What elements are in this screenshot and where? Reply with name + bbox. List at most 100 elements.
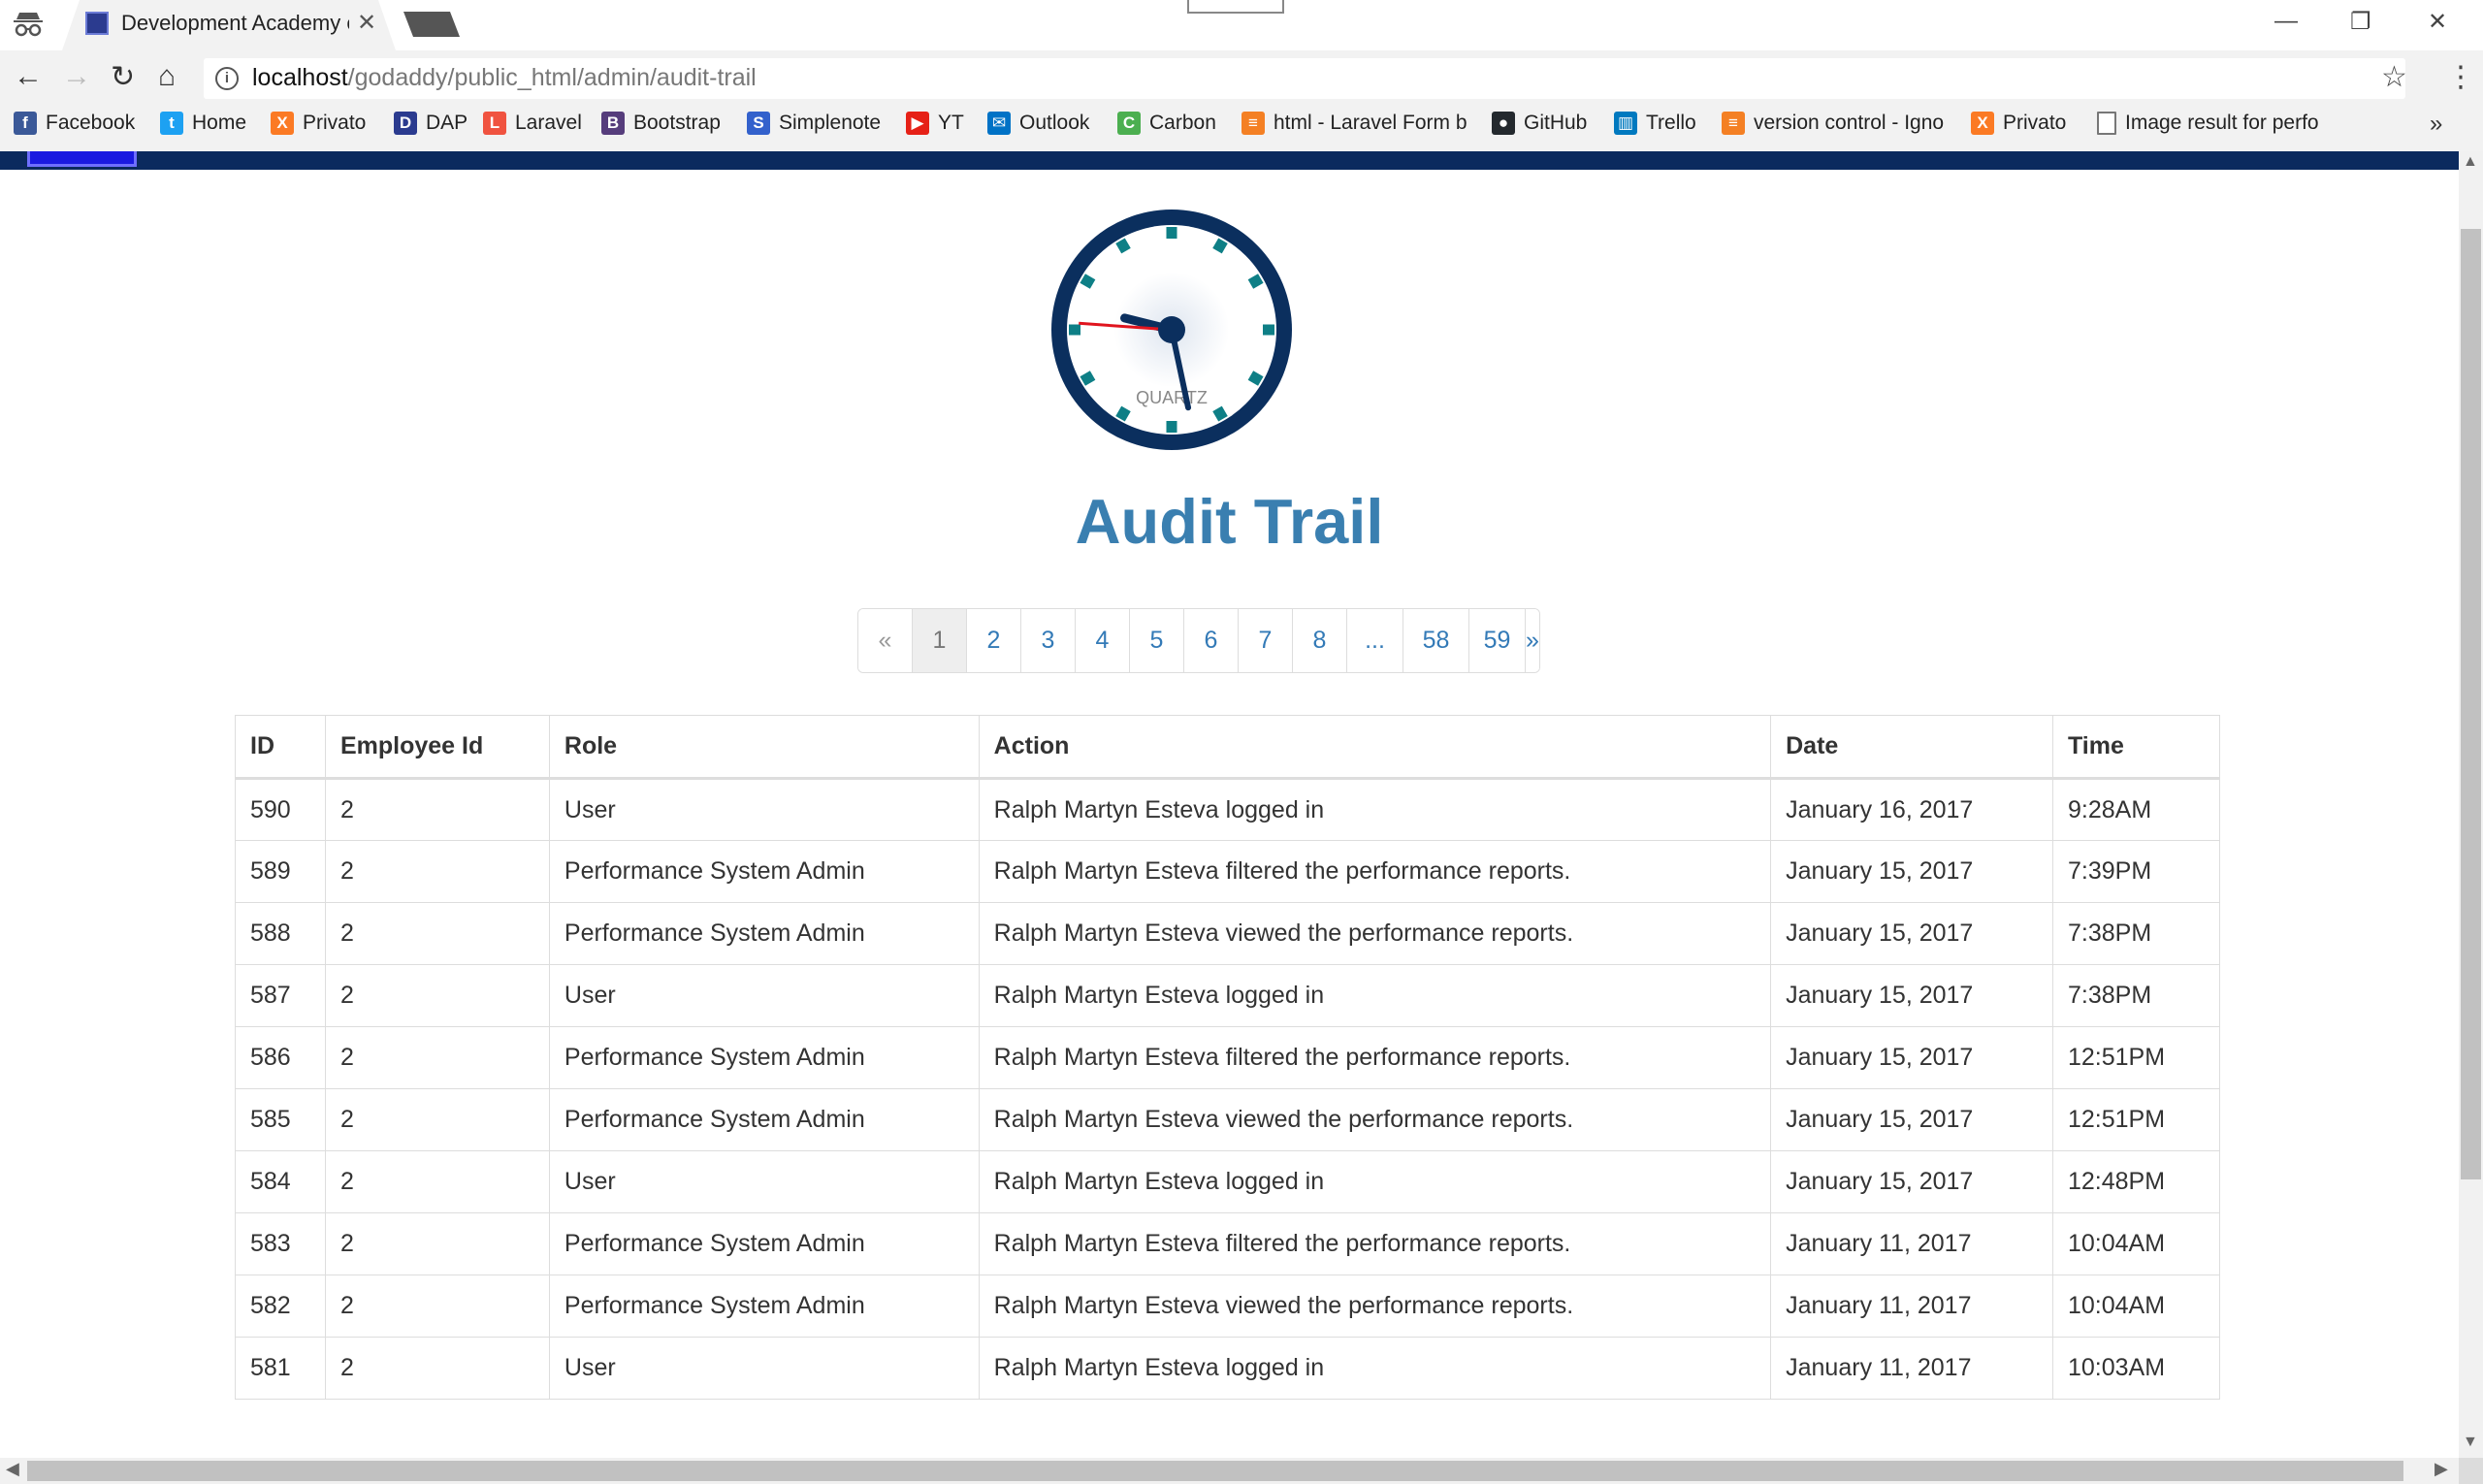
column-header: Date bbox=[1770, 715, 2053, 780]
bookmark-item[interactable]: ▥ Trello bbox=[1614, 112, 1696, 135]
stackoverflow-icon: ≡ bbox=[1242, 112, 1265, 135]
bookmark-label: Home bbox=[192, 112, 247, 134]
scroll-right-icon[interactable]: ▶ bbox=[2435, 1459, 2448, 1479]
bootstrap-icon: B bbox=[601, 112, 625, 135]
pagination-page-2[interactable]: 2 bbox=[967, 609, 1021, 672]
bookmark-label: Image result for perfo bbox=[2125, 112, 2319, 134]
bookmark-item[interactable]: f Facebook bbox=[14, 112, 135, 135]
vertical-scroll-thumb[interactable] bbox=[2461, 229, 2481, 1179]
bookmark-item[interactable]: S Simplenote bbox=[747, 112, 881, 135]
bookmark-item[interactable]: ▶ YT bbox=[906, 112, 964, 135]
xampp-icon: X bbox=[271, 112, 294, 135]
pagination-page-59[interactable]: 59 bbox=[1469, 609, 1526, 672]
scroll-left-icon[interactable]: ◀ bbox=[6, 1459, 19, 1479]
bookmark-label: Trello bbox=[1646, 112, 1696, 134]
pagination-page-7[interactable]: 7 bbox=[1239, 609, 1293, 672]
table-cell: 583 bbox=[235, 1212, 326, 1275]
github-icon: ● bbox=[1492, 112, 1515, 135]
clock-tick bbox=[1247, 371, 1264, 386]
pagination-page-5[interactable]: 5 bbox=[1130, 609, 1184, 672]
bookmarks-overflow-icon[interactable]: » bbox=[2430, 111, 2442, 138]
pagination-page-58[interactable]: 58 bbox=[1403, 609, 1469, 672]
table-cell: 590 bbox=[235, 778, 326, 841]
window-close-icon[interactable]: ✕ bbox=[2428, 8, 2447, 36]
bookmark-item[interactable]: X Privato bbox=[1971, 112, 2066, 135]
column-header: Time bbox=[2051, 715, 2221, 780]
table-cell: 2 bbox=[324, 902, 550, 965]
new-tab-button[interactable] bbox=[403, 12, 460, 37]
site-logo[interactable] bbox=[27, 151, 137, 167]
table-cell: User bbox=[548, 1150, 980, 1213]
page-title: Audit Trail bbox=[1075, 486, 1384, 557]
url-text[interactable]: localhost/godaddy/public_html/admin/audi… bbox=[252, 64, 757, 92]
horizontal-scroll-thumb[interactable] bbox=[27, 1461, 2403, 1481]
bookmark-item[interactable]: ≡ version control - Igno bbox=[1722, 112, 1952, 135]
bookmark-item[interactable]: ✉ Outlook bbox=[987, 112, 1089, 135]
table-cell: January 15, 2017 bbox=[1770, 840, 2053, 903]
table-row: 584 2 User Ralph Martyn Esteva logged in Jan… bbox=[235, 1150, 2221, 1213]
tab-title[interactable]: Development Academy o bbox=[121, 11, 349, 36]
table-cell: Performance System Admin bbox=[548, 902, 980, 965]
table-cell: Performance System Admin bbox=[548, 1088, 980, 1151]
bookmark-item[interactable]: C Carbon bbox=[1117, 112, 1216, 135]
pagination-page-6[interactable]: 6 bbox=[1184, 609, 1239, 672]
table-cell: 10:04AM bbox=[2051, 1274, 2221, 1338]
forward-icon[interactable]: → bbox=[62, 60, 91, 93]
home-icon[interactable]: ⌂ bbox=[158, 60, 176, 93]
url-host: localhost bbox=[252, 64, 348, 91]
tab-close-icon[interactable]: ✕ bbox=[357, 9, 376, 37]
pagination-ellipsis: ... bbox=[1347, 609, 1403, 672]
table-cell: 12:51PM bbox=[2051, 1026, 2221, 1089]
bookmark-item[interactable]: t Home bbox=[160, 112, 246, 135]
pagination-page-3[interactable]: 3 bbox=[1021, 609, 1076, 672]
twitter-icon: t bbox=[160, 112, 183, 135]
table-row: 585 2 Performance System Admin Ralph Martyn… bbox=[235, 1088, 2221, 1151]
clock-tick bbox=[1080, 274, 1096, 289]
table-cell: Ralph Martyn Esteva filtered the perform… bbox=[978, 840, 1772, 903]
bookmark-item[interactable]: ● GitHub bbox=[1492, 112, 1587, 135]
back-icon[interactable]: ← bbox=[14, 60, 43, 93]
table-cell: 2 bbox=[324, 840, 550, 903]
info-icon[interactable]: i bbox=[215, 67, 239, 90]
table-row: 581 2 User Ralph Martyn Esteva logged in Jan… bbox=[235, 1337, 2221, 1400]
bookmark-item[interactable]: ≡ html - Laravel Form b bbox=[1242, 112, 1472, 135]
pagination-page-1[interactable]: 1 bbox=[913, 609, 967, 672]
bookmark-star-icon[interactable]: ☆ bbox=[2381, 60, 2407, 94]
bookmark-item[interactable]: Image result for perfo bbox=[2097, 112, 2324, 135]
clock-widget: QUARTZ bbox=[1051, 210, 1292, 450]
restore-icon[interactable]: ❐ bbox=[2350, 8, 2371, 36]
clock-tick bbox=[1247, 274, 1264, 289]
pagination-page-8[interactable]: 8 bbox=[1293, 609, 1347, 672]
table-cell: January 15, 2017 bbox=[1770, 1026, 2053, 1089]
bookmark-label: DAP bbox=[426, 112, 468, 134]
column-header: Employee Id bbox=[324, 715, 550, 780]
table-cell: 589 bbox=[235, 840, 326, 903]
bookmark-item[interactable]: B Bootstrap bbox=[601, 112, 721, 135]
table-cell: 581 bbox=[235, 1337, 326, 1400]
reload-icon[interactable]: ↻ bbox=[111, 60, 135, 94]
table-cell: 7:38PM bbox=[2051, 964, 2221, 1027]
bookmark-item[interactable]: X Privato bbox=[271, 112, 366, 135]
table-cell: 2 bbox=[324, 1274, 550, 1338]
clock-tick bbox=[1115, 405, 1131, 422]
browser-menu-icon[interactable]: ⋮ bbox=[2446, 60, 2475, 94]
pagination-prev-button[interactable]: « bbox=[858, 609, 913, 672]
bookmark-item[interactable]: D DAP bbox=[394, 112, 468, 135]
scroll-down-icon[interactable]: ▼ bbox=[2463, 1434, 2478, 1451]
pagination-page-4[interactable]: 4 bbox=[1076, 609, 1130, 672]
pagination-next-button[interactable]: » bbox=[1526, 609, 1539, 672]
incognito-icon bbox=[14, 13, 43, 37]
table-cell: January 15, 2017 bbox=[1770, 964, 2053, 1027]
table-cell: Performance System Admin bbox=[548, 1026, 980, 1089]
outlook-icon: ✉ bbox=[987, 112, 1011, 135]
bookmark-label: version control - Igno bbox=[1754, 112, 1945, 134]
table-cell: 9:28AM bbox=[2051, 778, 2221, 841]
table-row: 587 2 User Ralph Martyn Esteva logged in Jan… bbox=[235, 964, 2221, 1027]
table-cell: 2 bbox=[324, 1026, 550, 1089]
bookmark-label: html - Laravel Form b bbox=[1274, 112, 1467, 134]
table-cell: Ralph Martyn Esteva filtered the perform… bbox=[978, 1212, 1772, 1275]
scroll-up-icon[interactable]: ▲ bbox=[2463, 153, 2478, 171]
bookmark-item[interactable]: L Laravel bbox=[483, 112, 582, 135]
dap-icon: D bbox=[394, 112, 417, 135]
minimize-icon[interactable]: — bbox=[2274, 8, 2298, 35]
